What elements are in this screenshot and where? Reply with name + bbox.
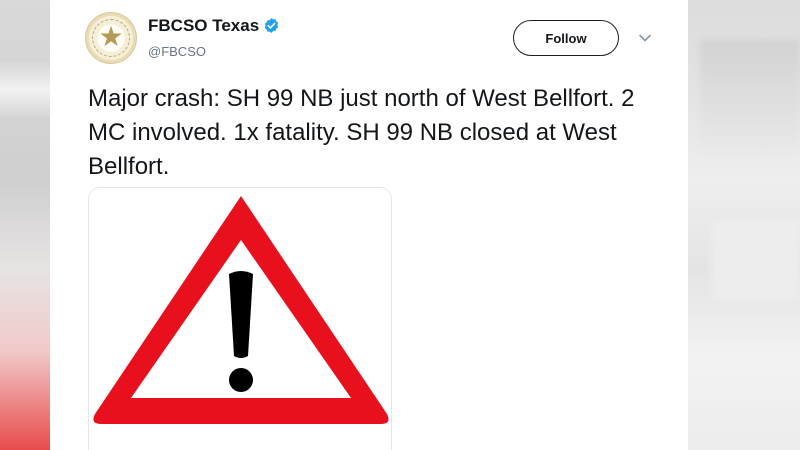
sheriff-star-icon: ★ — [98, 21, 124, 52]
avatar[interactable]: ★ — [85, 12, 137, 64]
background-left-stripe — [0, 60, 50, 120]
warning-triangle-icon — [93, 196, 389, 424]
chevron-down-icon[interactable] — [637, 30, 653, 46]
tweet-card: ★ FBCSO Texas @FBCSO Follow Major crash:… — [50, 0, 688, 450]
tweet-media[interactable] — [88, 187, 392, 450]
verified-badge-icon — [264, 18, 279, 33]
background-right-block-lower — [712, 220, 800, 300]
tweet-text: Major crash: SH 99 NB just north of West… — [88, 85, 635, 180]
display-name[interactable]: FBCSO Texas — [148, 16, 259, 36]
background-right-block — [700, 40, 800, 150]
user-handle[interactable]: @FBCSO — [148, 44, 206, 59]
follow-button[interactable]: Follow — [513, 20, 619, 56]
exclamation-dot-icon — [229, 368, 253, 392]
